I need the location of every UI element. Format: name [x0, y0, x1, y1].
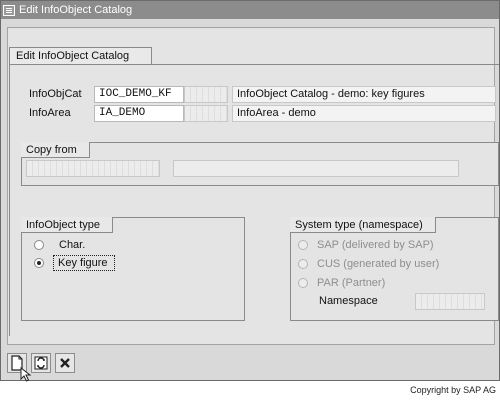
infoobjcat-label: InfoObjCat — [29, 88, 82, 100]
infoarea-field-extension[interactable] — [184, 105, 228, 122]
infoobjcat-field[interactable]: IOC_DEMO_KF — [94, 86, 184, 103]
infoobjcat-field-extension[interactable] — [184, 86, 228, 103]
radio-key-figure[interactable]: Key figure — [34, 255, 115, 271]
system-type-group-tab: System type (namespace) — [290, 217, 436, 233]
infoobjcat-description: InfoObject Catalog - demo: key figures — [232, 86, 496, 103]
main-group-tab: Edit InfoObject Catalog — [9, 47, 153, 64]
dialog-window: Edit InfoObject Catalog Edit InfoObject … — [0, 0, 500, 382]
switch-icon — [34, 356, 48, 370]
title-bar: Edit InfoObject Catalog — [1, 1, 499, 19]
radio-cus-button — [298, 259, 308, 269]
radio-char-label: Char. — [59, 239, 86, 251]
infoobject-type-title: InfoObject type — [26, 218, 100, 231]
namespace-field — [415, 293, 485, 310]
infoobject-type-group: InfoObject type Char. Key figure — [21, 217, 245, 321]
copy-from-description — [173, 160, 459, 177]
infoarea-description: InfoArea - demo — [232, 105, 496, 122]
radio-key-figure-button[interactable] — [34, 258, 44, 268]
radio-key-figure-label: Key figure — [53, 255, 115, 271]
cancel-button[interactable] — [55, 353, 75, 373]
system-type-group: System type (namespace) SAP (delivered b… — [290, 217, 499, 321]
namespace-label: Namespace — [319, 295, 378, 307]
infoarea-field[interactable]: IA_DEMO — [94, 105, 184, 122]
radio-par-button — [298, 278, 308, 288]
switch-button[interactable] — [31, 353, 51, 373]
radio-sap: SAP (delivered by SAP) — [298, 237, 434, 253]
window-menu-icon[interactable] — [3, 4, 15, 16]
copy-from-field[interactable] — [26, 160, 160, 177]
radio-char-button[interactable] — [34, 240, 44, 250]
window-title: Edit InfoObject Catalog — [19, 4, 133, 16]
radio-par: PAR (Partner) — [298, 275, 385, 291]
copy-from-group: Copy from — [21, 142, 499, 186]
radio-par-label: PAR (Partner) — [317, 277, 386, 289]
copyright-notice: Copyright by SAP AG — [410, 385, 496, 395]
mouse-pointer-icon — [20, 367, 32, 382]
system-type-title: System type (namespace) — [295, 218, 423, 231]
infoarea-label: InfoArea — [29, 107, 71, 119]
radio-sap-button — [298, 240, 308, 250]
radio-cus-label: CUS (generated by user) — [317, 258, 440, 270]
main-group-title: Edit InfoObject Catalog — [16, 50, 130, 62]
cancel-icon — [60, 358, 70, 368]
radio-char[interactable]: Char. — [34, 237, 85, 253]
infoobject-type-group-tab: InfoObject type — [21, 217, 113, 233]
radio-cus: CUS (generated by user) — [298, 256, 439, 272]
copy-from-title: Copy from — [26, 143, 77, 156]
radio-sap-label: SAP (delivered by SAP) — [317, 239, 434, 251]
bottom-toolbar — [7, 353, 79, 377]
copy-from-group-tab: Copy from — [21, 142, 90, 158]
